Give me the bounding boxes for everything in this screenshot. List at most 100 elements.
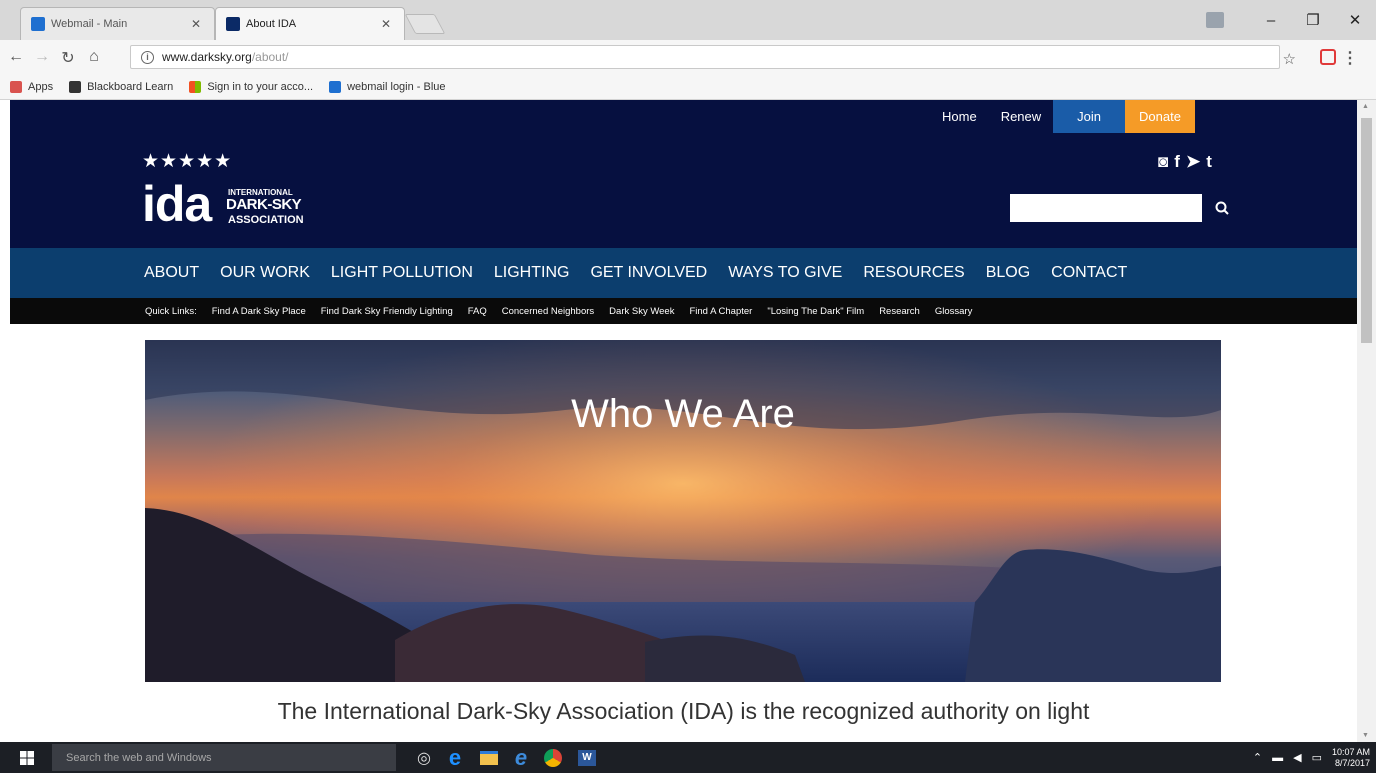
facebook-icon[interactable]: f xyxy=(1174,152,1180,172)
top-nav: Home Renew Join Donate xyxy=(930,100,1195,133)
twitter-icon[interactable]: ➤ xyxy=(1186,152,1200,172)
quick-link-research[interactable]: Research xyxy=(879,306,920,317)
home-link[interactable]: Home xyxy=(930,100,989,133)
network-icon[interactable]: ▬ xyxy=(1272,752,1283,764)
search-icon[interactable] xyxy=(1214,198,1230,218)
blackboard-icon xyxy=(69,80,82,93)
web-page: Home Renew Join Donate ★★★★★ ida INTERNA… xyxy=(0,100,1357,742)
new-tab-button[interactable] xyxy=(404,14,446,34)
quick-link-concerned-neighbors[interactable]: Concerned Neighbors xyxy=(502,306,594,317)
bookmark-label: Blackboard Learn xyxy=(87,80,174,93)
back-arrow-icon[interactable]: ← xyxy=(6,48,26,66)
edge-icon[interactable]: e xyxy=(443,745,467,770)
close-icon[interactable]: ✕ xyxy=(188,17,204,31)
bookmark-star-icon[interactable]: ☆ xyxy=(1283,50,1296,68)
instagram-icon[interactable]: ◙ xyxy=(1158,152,1168,172)
nav-light-pollution[interactable]: LIGHT POLLUTION xyxy=(331,264,473,282)
chevron-up-icon[interactable]: ⌃ xyxy=(1253,751,1262,764)
minimize-icon[interactable]: – xyxy=(1250,12,1292,29)
profile-icon[interactable] xyxy=(1206,12,1224,28)
quick-link-dark-sky-place[interactable]: Find A Dark Sky Place xyxy=(212,306,306,317)
volume-icon[interactable]: ◀ xyxy=(1293,751,1301,764)
bookmark-label: webmail login - Blue xyxy=(347,80,446,93)
apps-grid-icon xyxy=(10,80,22,93)
internet-explorer-icon[interactable]: e xyxy=(509,745,533,770)
address-bar[interactable]: i www.darksky.org/about/ xyxy=(130,45,1280,69)
task-view-icon[interactable]: ◎ xyxy=(412,746,436,770)
windows-logo-icon xyxy=(20,750,34,765)
intro-paragraph: The International Dark-Sky Association (… xyxy=(277,698,1090,724)
tumblr-icon[interactable]: t xyxy=(1206,152,1212,172)
nav-our-work[interactable]: OUR WORK xyxy=(220,264,310,282)
file-explorer-icon[interactable] xyxy=(477,746,501,770)
hero-title: Who We Are xyxy=(571,392,795,436)
site-header: Home Renew Join Donate ★★★★★ ida INTERNA… xyxy=(10,100,1357,248)
main-nav: ABOUT OUR WORK LIGHT POLLUTION LIGHTING … xyxy=(10,248,1357,298)
scrollbar-thumb[interactable] xyxy=(1361,118,1372,343)
chrome-icon[interactable] xyxy=(541,746,565,770)
tab-title: Webmail - Main xyxy=(51,18,128,30)
info-icon[interactable]: i xyxy=(141,50,154,64)
nav-get-involved[interactable]: GET INVOLVED xyxy=(590,264,707,282)
notification-icon[interactable]: ▭ xyxy=(1312,751,1322,764)
quick-link-find-chapter[interactable]: Find A Chapter xyxy=(689,306,752,317)
close-icon[interactable]: ✕ xyxy=(378,17,394,31)
page-scrollbar[interactable]: ▲ ▼ xyxy=(1357,100,1376,742)
ida-logo[interactable]: ★★★★★ ida INTERNATIONAL DARK-SKY ASSOCIA… xyxy=(140,150,360,236)
nav-contact[interactable]: CONTACT xyxy=(1051,264,1127,282)
clock[interactable]: 10:07 AM 8/7/2017 xyxy=(1332,747,1370,769)
hero-banner: Who We Are xyxy=(145,340,1221,682)
reload-icon[interactable]: ↻ xyxy=(58,48,78,68)
nav-ways-to-give[interactable]: WAYS TO GIVE xyxy=(728,264,842,282)
renew-link[interactable]: Renew xyxy=(989,100,1053,133)
microsoft-icon xyxy=(189,80,202,93)
bookmark-webmail[interactable]: webmail login - Blue xyxy=(329,80,446,93)
ida-favicon-icon xyxy=(226,17,240,31)
webmail-icon xyxy=(329,80,342,93)
logo-stars: ★★★★★ xyxy=(142,151,233,172)
bookmark-label: Sign in to your acco... xyxy=(207,80,314,93)
tab-webmail[interactable]: Webmail - Main ✕ xyxy=(20,7,215,40)
scroll-down-icon[interactable]: ▼ xyxy=(1362,732,1369,739)
extension-icon[interactable] xyxy=(1320,49,1336,65)
restore-icon[interactable]: ❐ xyxy=(1292,11,1334,29)
quick-link-losing-the-dark[interactable]: "Losing The Dark" Film xyxy=(767,306,864,317)
bookmarks-bar: Apps Blackboard Learn Sign in to your ac… xyxy=(0,74,1376,100)
logo-ida: ida xyxy=(142,176,212,232)
tab-about-ida[interactable]: About IDA ✕ xyxy=(215,7,405,40)
word-icon[interactable]: W xyxy=(575,746,599,770)
quick-link-faq[interactable]: FAQ xyxy=(468,306,487,317)
close-window-icon[interactable]: ✕ xyxy=(1334,11,1376,29)
tab-title: About IDA xyxy=(246,18,297,30)
browser-toolbar: ← → ↻ ⌂ i www.darksky.org/about/ ☆ ⋮ xyxy=(0,40,1376,74)
site-search-input[interactable] xyxy=(1010,194,1202,222)
url-path: /about/ xyxy=(251,50,289,64)
bookmark-blackboard[interactable]: Blackboard Learn xyxy=(69,80,174,93)
logo-line-2: DARK-SKY xyxy=(226,196,302,213)
system-tray: ⌃ ▬ ◀ ▭ 10:07 AM 8/7/2017 xyxy=(1253,742,1376,773)
quick-links-label: Quick Links: xyxy=(145,305,197,317)
quick-link-glossary[interactable]: Glossary xyxy=(935,306,972,317)
bookmark-sign-in[interactable]: Sign in to your acco... xyxy=(189,80,314,93)
social-icons: ◙ f ➤ t xyxy=(1158,152,1212,172)
menu-kebab-icon[interactable]: ⋮ xyxy=(1342,48,1358,68)
join-button[interactable]: Join xyxy=(1053,100,1126,133)
nav-blog[interactable]: BLOG xyxy=(986,264,1030,282)
quick-links-bar: Quick Links: Find A Dark Sky Place Find … xyxy=(10,298,1357,324)
donate-button[interactable]: Donate xyxy=(1125,100,1195,133)
clock-date: 8/7/2017 xyxy=(1334,757,1370,768)
home-icon[interactable]: ⌂ xyxy=(84,48,104,66)
webmail-favicon-icon xyxy=(31,17,45,31)
nav-lighting[interactable]: LIGHTING xyxy=(494,264,570,282)
windows-taskbar: Search the web and Windows ◎ e e W ⌃ ▬ ◀… xyxy=(0,742,1376,773)
forward-arrow-icon[interactable]: → xyxy=(32,48,52,66)
scroll-up-icon[interactable]: ▲ xyxy=(1362,103,1369,110)
nav-resources[interactable]: RESOURCES xyxy=(863,264,964,282)
bookmark-apps[interactable]: Apps xyxy=(10,80,53,93)
nav-about[interactable]: ABOUT xyxy=(144,264,199,282)
browser-tabstrip: Webmail - Main ✕ About IDA ✕ – ❐ ✕ xyxy=(0,0,1376,40)
windows-start-button[interactable] xyxy=(9,742,45,773)
quick-link-friendly-lighting[interactable]: Find Dark Sky Friendly Lighting xyxy=(321,306,453,317)
taskbar-search-box[interactable]: Search the web and Windows xyxy=(52,744,396,771)
quick-link-dark-sky-week[interactable]: Dark Sky Week xyxy=(609,306,674,317)
